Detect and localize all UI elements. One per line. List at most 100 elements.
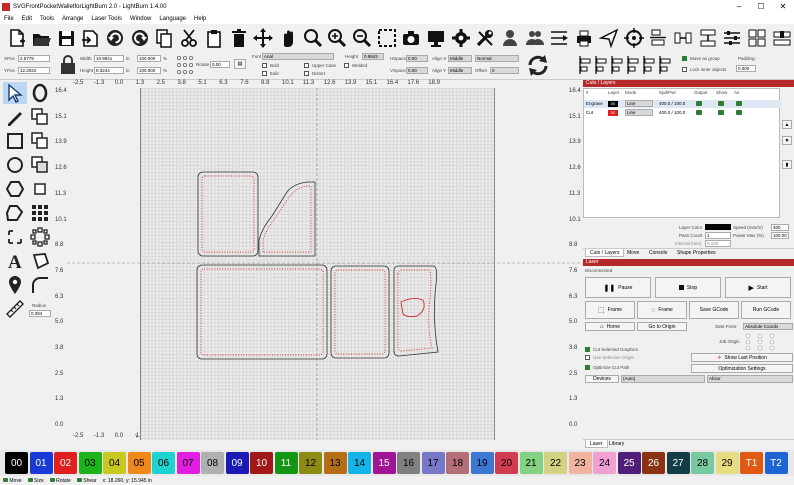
new-file-icon[interactable] xyxy=(4,25,29,50)
aligny-select[interactable]: Middle xyxy=(448,67,472,74)
align-middle-icon[interactable] xyxy=(642,55,657,75)
layer-mode-select[interactable]: Line xyxy=(625,109,653,116)
palette-swatch-09[interactable]: 09 xyxy=(225,452,249,474)
wallet-panel-bottom-left[interactable] xyxy=(196,264,328,360)
palette-swatch-10[interactable]: 10 xyxy=(250,452,273,474)
position-laser-icon[interactable] xyxy=(3,226,27,248)
palette-swatch-01[interactable]: 01 xyxy=(29,452,53,474)
distribute-h-icon[interactable] xyxy=(671,25,696,50)
home-button[interactable]: ⌂ Home xyxy=(585,322,635,331)
tab-library[interactable]: Library xyxy=(605,440,628,448)
star-tool-icon[interactable] xyxy=(3,202,27,224)
print-icon[interactable] xyxy=(572,25,597,50)
wallet-panel-top-left[interactable] xyxy=(197,171,259,257)
palette-swatch-28[interactable]: 28 xyxy=(691,452,714,474)
palette-swatch-29[interactable]: 29 xyxy=(715,452,739,474)
intersect-icon[interactable] xyxy=(28,178,52,200)
copy-icon[interactable] xyxy=(152,25,177,50)
radius-field[interactable]: 0.394 xyxy=(29,310,51,317)
polygon-tool-icon[interactable] xyxy=(3,178,27,200)
palette-swatch-03[interactable]: 03 xyxy=(78,452,102,474)
pass-count-field[interactable]: 1 xyxy=(705,232,731,239)
palette-swatch-18[interactable]: 18 xyxy=(446,452,469,474)
sliders-icon[interactable] xyxy=(720,25,745,50)
select-frame-icon[interactable] xyxy=(374,25,399,50)
zoom-in-icon[interactable] xyxy=(325,25,350,50)
run-gcode-button[interactable]: Run GCode xyxy=(741,301,791,319)
pencil-tool-icon[interactable] xyxy=(3,106,27,128)
scale-x-field[interactable]: 100.000 xyxy=(137,55,161,62)
padding-field[interactable]: 0.000 xyxy=(736,65,756,72)
pin-marker-icon[interactable] xyxy=(3,274,27,296)
cuts-table-row[interactable]: Engrave 00 Line 400.0 / 100.0 xyxy=(584,100,781,108)
welded-checkbox[interactable] xyxy=(344,63,349,68)
rotate-field[interactable]: 0.00 xyxy=(210,61,230,68)
palette-swatch-20[interactable]: 20 xyxy=(495,452,518,474)
air-toggle[interactable] xyxy=(736,101,742,106)
pause-button[interactable]: ❚❚ Pause xyxy=(585,277,651,298)
save-icon[interactable] xyxy=(53,25,78,50)
italic-checkbox[interactable] xyxy=(262,71,267,76)
status-size[interactable]: Size xyxy=(27,478,44,484)
bold-checkbox[interactable] xyxy=(262,63,267,68)
text-mode-select[interactable]: Normal xyxy=(475,55,519,62)
grid-icon[interactable] xyxy=(745,25,770,50)
lock-icon[interactable] xyxy=(58,54,78,76)
import-icon[interactable] xyxy=(78,25,103,50)
move-icon[interactable] xyxy=(251,25,276,50)
text-tool-icon[interactable]: A xyxy=(3,250,27,272)
move-layer-up-icon[interactable]: ▲ xyxy=(782,120,792,129)
palette-swatch-05[interactable]: 05 xyxy=(127,452,151,474)
status-shear[interactable]: Shear xyxy=(76,478,97,484)
menu-arrange[interactable]: Arrange xyxy=(58,16,87,22)
move-layer-down-icon[interactable]: ▼ xyxy=(782,136,792,145)
rotate-apply-button[interactable]: ▤ xyxy=(234,59,246,69)
save-gcode-button[interactable]: Save GCode xyxy=(689,301,739,319)
cuts-table-row[interactable]: Cut 02 Line 400.0 / 100.0 xyxy=(584,109,781,117)
optimize-checkbox[interactable] xyxy=(585,365,590,370)
zoom-out-icon[interactable] xyxy=(350,25,375,50)
status-move[interactable]: Move xyxy=(3,478,22,484)
start-from-select[interactable]: Absolute Coords xyxy=(743,323,793,330)
align-icon[interactable] xyxy=(646,25,671,50)
circular-array-icon[interactable] xyxy=(28,226,52,248)
show-last-position-button[interactable]: ✛ Show Last Position xyxy=(691,353,793,362)
palette-swatch-21[interactable]: 21 xyxy=(519,452,543,474)
boolean-shapes-icon[interactable] xyxy=(28,154,52,176)
go-to-origin-button[interactable]: Go to Origin xyxy=(637,322,687,331)
user-group-icon[interactable] xyxy=(522,25,547,50)
palette-swatch-23[interactable]: 23 xyxy=(568,452,592,474)
xpos-field[interactable]: 2.5779 xyxy=(18,55,50,62)
offset-field[interactable]: 0 xyxy=(490,67,519,74)
delete-icon[interactable] xyxy=(226,25,251,50)
open-folder-icon[interactable] xyxy=(29,25,54,50)
trash-icon[interactable]: ▮ xyxy=(782,160,792,169)
palette-swatch-25[interactable]: 25 xyxy=(617,452,641,474)
tab-console[interactable]: Console xyxy=(645,249,671,257)
layer-swatch[interactable]: 00 xyxy=(608,101,618,107)
layer-color-swatch[interactable] xyxy=(705,224,731,230)
palette-swatch-07[interactable]: 07 xyxy=(176,452,200,474)
air-toggle[interactable] xyxy=(736,110,742,115)
palette-swatch-04[interactable]: 04 xyxy=(103,452,126,474)
height-field[interactable]: 8.3244 xyxy=(94,67,124,74)
move-group-checkbox[interactable] xyxy=(682,56,687,61)
palette-swatch-19[interactable]: 19 xyxy=(470,452,494,474)
ypos-field[interactable]: 12.2022 xyxy=(18,67,50,74)
start-button[interactable]: ▶ Start xyxy=(725,277,791,298)
font-select[interactable]: Arial xyxy=(262,53,334,60)
lock-inner-checkbox[interactable] xyxy=(682,67,687,72)
palette-swatch-t2[interactable]: T2 xyxy=(764,452,788,474)
show-toggle[interactable] xyxy=(718,110,724,115)
palette-swatch-14[interactable]: 14 xyxy=(348,452,371,474)
origin-grid-icon[interactable] xyxy=(175,54,195,76)
frame-round-button[interactable]: ◌ Frame xyxy=(637,301,687,319)
paste-icon[interactable] xyxy=(202,25,227,50)
job-origin-selector[interactable] xyxy=(743,333,777,351)
tab-move[interactable]: Move xyxy=(623,249,643,257)
minimize-button[interactable]: – xyxy=(728,0,750,13)
menu-language[interactable]: Language xyxy=(155,16,190,22)
vspace-field[interactable]: 0.00 xyxy=(406,67,428,74)
edit-nodes-icon[interactable] xyxy=(28,82,52,104)
device-select[interactable]: (Auto) xyxy=(621,375,705,383)
